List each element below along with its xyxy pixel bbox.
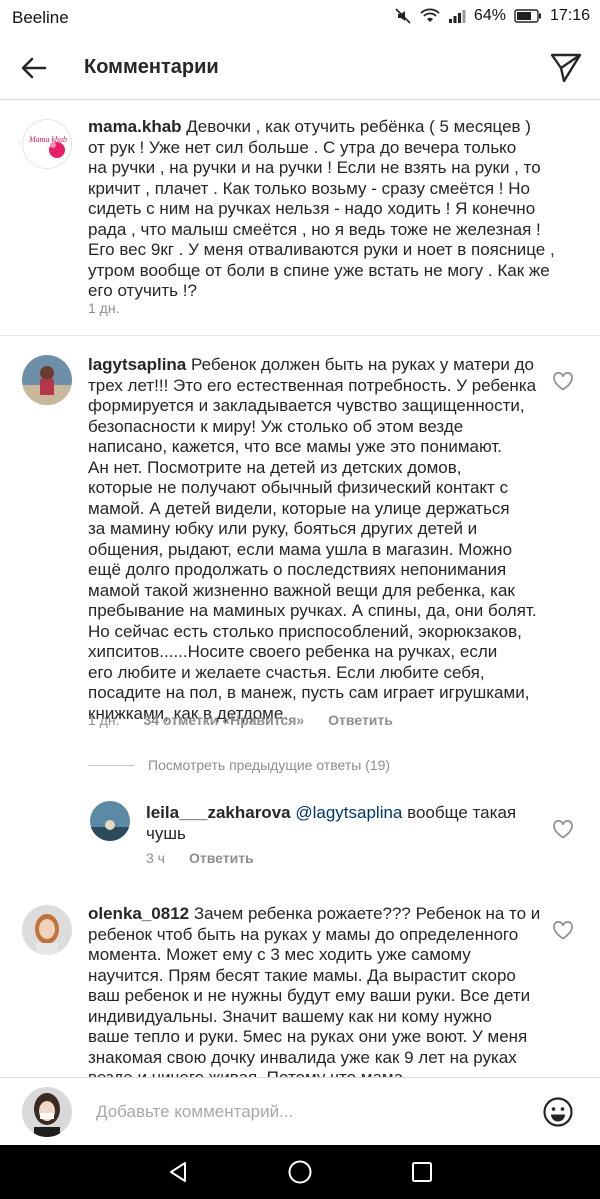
comment-line: хипситов......Носите своего ребенка на р… <box>88 642 498 661</box>
comment-line: Ан нет. Посмотрите на детей из детских д… <box>88 457 462 477</box>
comment-line: рада , что малыш смеётся , но я ведь тож… <box>88 219 541 239</box>
reply-button[interactable]: Ответить <box>328 712 393 728</box>
comment-line: Зачем ребенка рожаете??? Ребенок на то и <box>193 904 541 923</box>
direct-send-icon <box>550 53 582 83</box>
comment-line: ещё долго продолжать о последствиях непо… <box>88 560 507 579</box>
comment-username[interactable]: mama.khab <box>88 117 182 136</box>
comment-meta: 1 дн. <box>88 300 119 316</box>
user-photo <box>90 801 130 841</box>
heart-icon[interactable] <box>552 819 574 839</box>
comment-body: leila___zakharova @lagytsaplina вообще т… <box>146 803 566 844</box>
wifi-icon <box>420 8 440 24</box>
likes-count[interactable]: 34 отметки «Нравится» <box>143 712 304 728</box>
back-triangle-icon <box>170 1162 186 1182</box>
view-replies-label: Посмотреть предыдущие ответы (19) <box>148 757 391 773</box>
comment-line: от рук ! Уже нет сил больше . С утра до … <box>88 137 517 157</box>
battery-percent: 64% <box>473 7 506 24</box>
signal-icon <box>448 8 466 24</box>
divider <box>0 335 600 336</box>
avatar[interactable]: Mama khab <box>22 119 72 169</box>
comment-line: трех лет!!! Это его естественная потребн… <box>88 375 537 395</box>
carrier-name: Beeline <box>12 8 69 27</box>
comment-line: научится. Прям бесят такие мамы. Да выра… <box>88 965 516 985</box>
status-icons: 64% 17:16 <box>394 7 590 25</box>
battery-icon <box>514 9 542 23</box>
replies-line <box>88 764 134 766</box>
recents-square-icon <box>412 1162 432 1182</box>
comment-line: ребенок чтоб быть на руках у мамы до опр… <box>88 924 519 944</box>
view-previous-replies[interactable]: Посмотреть предыдущие ответы (19) <box>88 757 390 773</box>
back-button[interactable] <box>14 50 54 86</box>
comment-time: 3 ч <box>146 850 165 866</box>
page-title: Комментарии <box>84 56 219 78</box>
comment-line: сидеть с ним на ручках нельзя - надо ход… <box>88 199 536 218</box>
smiley-icon[interactable] <box>542 1096 574 1128</box>
comment-line: Но сейчас есть столько приспособлений, э… <box>88 621 522 641</box>
comment-body: lagytsaplina Ребенок должен быть на рука… <box>88 355 568 724</box>
comment-line: пребывание на маминых ручках. А спины, д… <box>88 601 537 620</box>
comment-line: Его вес 9кг . У меня отваливаются руки и… <box>88 240 555 259</box>
comment-line: формируется и закладывается чувство защи… <box>88 396 525 415</box>
heart-icon[interactable] <box>552 371 574 391</box>
comment-line: индивидуальны. Значит вашему как ни кому… <box>88 1006 492 1026</box>
nav-back-button[interactable] <box>156 1150 200 1194</box>
comment-body: olenka_0812 Зачем ребенка рожаете??? Реб… <box>88 904 568 1077</box>
user-photo <box>22 1087 72 1137</box>
comment-line: общения, рыдают, если мама ушла в магази… <box>88 539 513 559</box>
comment-line: мамой. А детей видели, которые на улице … <box>88 498 510 518</box>
share-button[interactable] <box>546 49 586 87</box>
comment-line: безопасности к миру! Уж столько об этом … <box>88 416 464 436</box>
mute-icon <box>394 7 412 25</box>
my-avatar <box>22 1087 72 1137</box>
comment-line: которые не получают обычный физический к… <box>88 478 509 497</box>
comment-input[interactable] <box>96 1100 526 1124</box>
comment-line: за мамину юбку или руку, бояться других … <box>88 519 478 538</box>
comment-username[interactable]: olenka_0812 <box>88 904 189 923</box>
comment-line: везде и ничего живая. Потому что мама. <box>88 1068 568 1077</box>
comment-meta: 1 дн. 34 отметки «Нравится» Ответить <box>88 712 393 728</box>
avatar[interactable] <box>22 905 72 955</box>
nav-recents-button[interactable] <box>400 1150 444 1194</box>
comment-line: Девочки , как отучить ребёнка ( 5 месяце… <box>186 117 531 136</box>
mama-khab-logo: Mama khab <box>28 135 67 158</box>
comment-line: мамой такой жизненно важной вещи для реб… <box>88 580 515 600</box>
comment-time: 1 дн. <box>88 300 120 316</box>
comment-username[interactable]: lagytsaplina <box>88 355 186 374</box>
user-photo <box>22 355 72 405</box>
comment-line: на ручки , на ручки и на ручки ! Если не… <box>88 158 541 177</box>
comment-line: кричит , плачет . Как только возьму - ср… <box>88 178 530 198</box>
app-header: Комментарии <box>0 36 600 100</box>
reply-button[interactable]: Ответить <box>189 850 254 866</box>
mention-link[interactable]: @lagytsaplina <box>295 803 402 822</box>
comment-line: посадите на пол, в манеж, пусть сам игра… <box>88 683 530 702</box>
avatar[interactable] <box>22 355 72 405</box>
clock: 17:16 <box>549 7 590 24</box>
comment-line: вообще такая <box>407 803 517 822</box>
status-bar: Beeline 64% 17:16 <box>0 0 600 36</box>
comment-line: ваш ребенок и не нужны будут ему ваши ру… <box>88 986 531 1005</box>
comment-line: чушь <box>146 823 186 843</box>
comment-line: утром вообще от боли в спине уже встать … <box>88 260 550 280</box>
system-nav-bar <box>0 1145 600 1199</box>
comment-line: ваше тепло и руки. 5мес на руках они уже… <box>88 1027 528 1046</box>
comment-line: Ребенок должен быть на руках у матери до <box>191 355 534 374</box>
comment-composer <box>0 1077 600 1145</box>
comment-username[interactable]: leila___zakharova <box>146 803 291 822</box>
avatar[interactable] <box>90 801 130 841</box>
user-photo <box>22 905 72 955</box>
comment-body: mama.khab Девочки , как отучить ребёнка … <box>88 117 568 302</box>
comment-line: его отучить !? <box>88 281 197 300</box>
svg-text:Mama khab: Mama khab <box>28 135 67 144</box>
comment-line: его любите и желаете счастья. Если любит… <box>88 662 485 682</box>
home-circle-icon <box>288 1160 312 1184</box>
comment-meta: 3 ч Ответить <box>146 850 254 866</box>
comment-line: момента. Может ему с 3 мес ходить уже са… <box>88 945 471 964</box>
comments-feed[interactable]: Mama khab mama.khab Девочки , как отучит… <box>0 101 600 1077</box>
back-arrow-icon <box>21 57 47 79</box>
nav-home-button[interactable] <box>278 1150 322 1194</box>
comment-line: знакомая свою дочку инвалида уже как 9 л… <box>88 1047 517 1067</box>
comment-time: 1 дн. <box>88 712 120 728</box>
heart-icon[interactable] <box>552 920 574 940</box>
comment-line: написано, кажется, что все мамы уже это … <box>88 437 502 456</box>
